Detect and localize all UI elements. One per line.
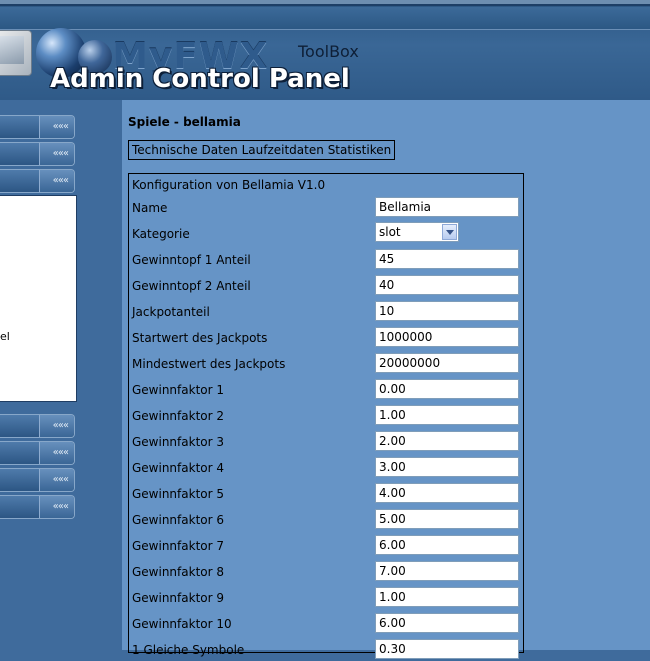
text-input[interactable]: 5.00 [375,509,519,529]
chevron-left-icon: ««« [52,501,69,512]
form-row: Startwert des Jackpots 1000000 [129,327,523,349]
text-input[interactable]: 0.30 [375,639,519,659]
field-label: Name [132,201,168,215]
tab-laufzeitdaten[interactable]: Laufzeitdaten [242,143,324,157]
field-label: Gewinnfaktor 5 [132,487,224,501]
chevron-left-icon: ««« [52,420,69,431]
form-row: Gewinnfaktor 3 2.00 [129,431,523,453]
sidebar-item-3[interactable]: ««« [0,169,75,193]
chevron-left-icon: ««« [52,121,69,132]
sidebar-item-5[interactable]: ««« [0,441,75,465]
page-title: Spiele - bellamia [128,115,241,129]
sidebar-item-7[interactable]: ««« [0,495,75,519]
field-label: Gewinnfaktor 4 [132,461,224,475]
toolbox-label: ToolBox [298,42,359,61]
config-form: Konfiguration von Bellamia V1.0 Name Bell… [128,173,524,659]
form-row: Gewinntopf 2 Anteil 40 [129,275,523,297]
text-input[interactable]: 45 [375,249,519,269]
field-label: Jackpotanteil [132,305,210,319]
tab-statistiken[interactable]: Statistiken [328,143,392,157]
main-content: Spiele - bellamia Technische Daten Laufz… [122,100,650,659]
form-row: Gewinnfaktor 7 6.00 [129,535,523,557]
form-row: Jackpotanteil 10 [129,301,523,323]
text-input[interactable]: 2.00 [375,431,519,451]
form-row: Gewinnfaktor 8 7.00 [129,561,523,583]
sidebar-item-1[interactable]: ««« [0,115,75,139]
config-title: Konfiguration von Bellamia V1.0 [132,178,326,192]
chevron-left-icon: ««« [52,447,69,458]
text-input[interactable]: 1.00 [375,405,519,425]
form-row: Gewinnfaktor 1 0.00 [129,379,523,401]
sidebar: ««« ««« ««« el ««« ««« ««« ««« [0,100,122,650]
chevron-left-icon: ««« [52,148,69,159]
select-value: slot [379,225,401,239]
text-input[interactable]: 40 [375,275,519,295]
text-input[interactable]: 1.00 [375,587,519,607]
sidebar-item-2[interactable]: ««« [0,142,75,166]
form-row: 1 Gleiche Symbole 0.30 [129,639,523,661]
panel-title: Admin Control Panel [50,64,350,94]
header-band [0,7,650,30]
header-top-shadow [0,4,650,6]
form-row: Gewinnfaktor 10 6.00 [129,613,523,635]
text-input[interactable]: Bellamia [375,197,519,217]
tab-bar: Technische Daten Laufzeitdaten Statistik… [128,140,396,160]
form-row: Gewinnfaktor 5 4.00 [129,483,523,505]
field-label: Gewinnfaktor 10 [132,617,232,631]
chevron-left-icon: ««« [52,175,69,186]
tab-technische-daten[interactable]: Technische Daten [132,143,238,157]
text-input[interactable]: 3.00 [375,457,519,477]
form-row: Gewinnfaktor 2 1.00 [129,405,523,427]
text-input[interactable]: 6.00 [375,535,519,555]
text-input[interactable]: 7.00 [375,561,519,581]
submenu-item-fragment[interactable]: el [0,330,10,343]
sidebar-item-4[interactable]: ««« [0,414,75,438]
field-label: Gewinnfaktor 1 [132,383,224,397]
monitor-icon [0,30,32,76]
field-label: Gewinnfaktor 6 [132,513,224,527]
form-row: Gewinnfaktor 4 3.00 [129,457,523,479]
text-input[interactable]: 4.00 [375,483,519,503]
field-label: Gewinnfaktor 7 [132,539,224,553]
app-header: MyFWX ToolBox Admin Control Panel [0,0,650,100]
form-row: Gewinnfaktor 9 1.00 [129,587,523,609]
field-label: Gewinnfaktor 9 [132,591,224,605]
text-input[interactable]: 6.00 [375,613,519,633]
field-label: 1 Gleiche Symbole [132,643,245,657]
field-label: Gewinnfaktor 8 [132,565,224,579]
chevron-left-icon: ««« [52,474,69,485]
text-input[interactable]: 0.00 [375,379,519,399]
text-input[interactable]: 1000000 [375,327,519,347]
form-row: Name Bellamia [129,197,523,219]
field-label: Mindestwert des Jackpots [132,357,286,371]
chevron-down-icon[interactable] [442,224,457,240]
field-label: Startwert des Jackpots [132,331,268,345]
sidebar-submenu: el [0,195,77,402]
monitor-screen [0,36,24,64]
text-input[interactable]: 20000000 [375,353,519,373]
field-label: Gewinntopf 1 Anteil [132,253,251,267]
form-row: Kategorie slot [129,222,523,245]
form-row: Gewinnfaktor 6 5.00 [129,509,523,531]
kategorie-select[interactable]: slot [375,222,459,242]
form-row: Mindestwert des Jackpots 20000000 [129,353,523,375]
field-label: Kategorie [132,227,190,241]
field-label: Gewinnfaktor 3 [132,435,224,449]
field-label: Gewinnfaktor 2 [132,409,224,423]
text-input[interactable]: 10 [375,301,519,321]
sidebar-item-6[interactable]: ««« [0,468,75,492]
field-label: Gewinntopf 2 Anteil [132,279,251,293]
form-row: Gewinntopf 1 Anteil 45 [129,249,523,271]
